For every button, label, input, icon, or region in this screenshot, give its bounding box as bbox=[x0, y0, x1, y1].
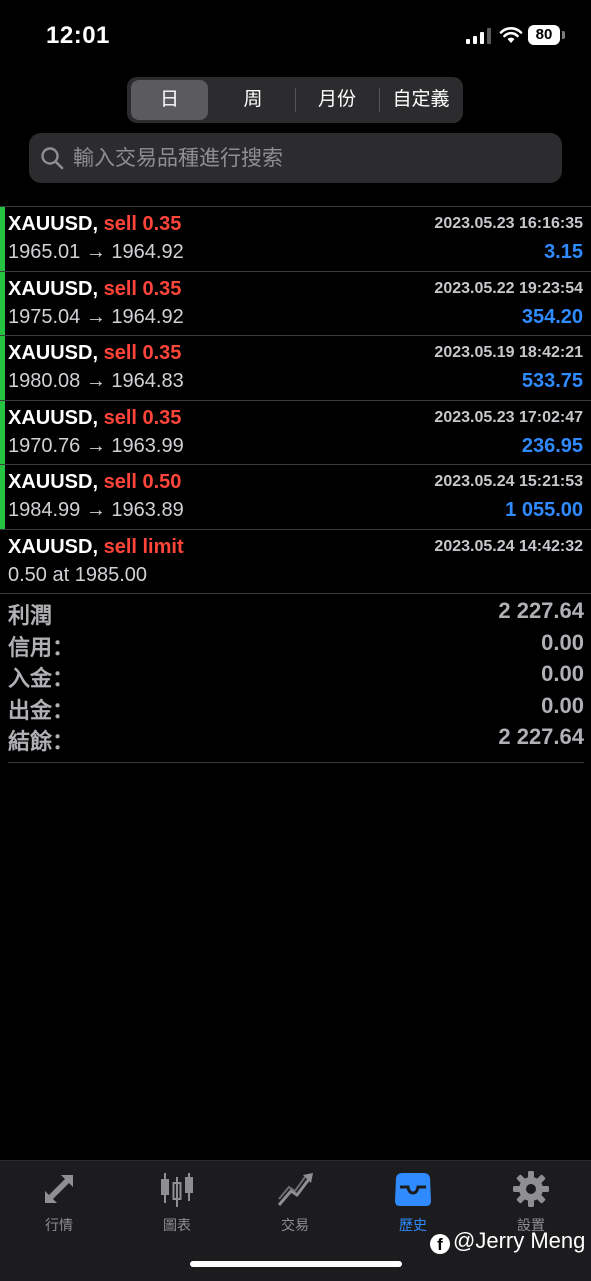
gear-icon bbox=[513, 1171, 549, 1207]
segment-divider bbox=[295, 88, 296, 112]
history-tray-icon bbox=[395, 1173, 431, 1206]
deal-profit: 533.75 bbox=[521, 370, 583, 392]
summary-value: 0.00 bbox=[541, 692, 584, 718]
summary-label: 結餘： bbox=[8, 729, 75, 754]
deal-profit: 354.20 bbox=[521, 305, 583, 328]
status-time: 12:01 bbox=[46, 22, 110, 49]
deal-datetime: 2023.05.22 19:23:54 bbox=[434, 279, 583, 297]
deal-symbol: XAUUSD, bbox=[8, 471, 99, 493]
deal-datetime: 2023.05.19 18:42:21 bbox=[434, 344, 583, 361]
deal-symbol: XAUUSD, bbox=[8, 342, 99, 364]
deal-type: sell 0.35 bbox=[103, 213, 182, 235]
summary-value: 0.00 bbox=[541, 629, 584, 655]
battery-nub bbox=[562, 31, 565, 39]
segment-divider bbox=[379, 88, 380, 112]
deal-datetime: 2023.05.24 14:42:32 bbox=[434, 537, 583, 555]
deal-symbol-line: XAUUSD, sell 0.35 bbox=[8, 407, 181, 430]
search-bar bbox=[29, 133, 562, 185]
tab-day[interactable]: 日 bbox=[131, 80, 208, 120]
facebook-icon: f bbox=[430, 1234, 450, 1254]
tab-label: 圖表 bbox=[163, 1217, 191, 1233]
summary-profit: 利潤 2 227.64 bbox=[8, 598, 584, 630]
deal-datetime: 2023.05.23 16:16:35 bbox=[434, 215, 583, 232]
summary-credit: 信用： 0.00 bbox=[8, 630, 584, 662]
history-row[interactable]: XAUUSD, sell 0.35 2023.05.23 16:16:35 19… bbox=[0, 207, 591, 272]
deal-symbol-line: XAUUSD, sell 0.50 bbox=[8, 471, 181, 494]
summary-value: 2 227.64 bbox=[498, 598, 584, 623]
tab-month[interactable]: 月份 bbox=[297, 80, 377, 120]
deal-prices: 0.50 at 1985.00 bbox=[8, 563, 148, 586]
tab-quotes[interactable]: 行情 bbox=[19, 1169, 99, 1239]
tab-week[interactable]: 周 bbox=[213, 80, 293, 120]
deal-type: sell 0.35 bbox=[103, 406, 182, 429]
deal-type: sell 0.35 bbox=[103, 342, 182, 364]
summary-value: 0.00 bbox=[541, 661, 584, 686]
deal-symbol-line: XAUUSD, sell 0.35 bbox=[8, 213, 181, 236]
history-row[interactable]: XAUUSD, sell 0.35 2023.05.23 17:02:47 19… bbox=[0, 400, 591, 465]
period-segmented-control: 日 周 月份 自定義 bbox=[127, 77, 463, 123]
tab-trade[interactable]: 交易 bbox=[255, 1169, 335, 1239]
tab-label: 交易 bbox=[281, 1217, 309, 1233]
deal-symbol: XAUUSD, bbox=[8, 406, 99, 429]
cellular-signal-icon bbox=[466, 28, 491, 44]
summary-withdrawal: 出金： 0.00 bbox=[8, 693, 584, 725]
watermark-text: @Jerry Meng bbox=[453, 1228, 586, 1253]
deal-symbol-line: XAUUSD, sell 0.35 bbox=[8, 342, 181, 365]
deal-type: sell limit bbox=[103, 535, 184, 558]
battery-icon: 80 bbox=[528, 25, 560, 45]
history-row[interactable]: XAUUSD, sell 0.35 2023.05.22 19:23:54 19… bbox=[0, 271, 591, 336]
deal-prices: 1984.99 → 1963.89 bbox=[8, 499, 184, 521]
wifi-icon bbox=[499, 27, 523, 43]
tab-charts[interactable]: 圖表 bbox=[137, 1169, 217, 1239]
quotes-arrows-icon bbox=[45, 1175, 73, 1203]
history-row[interactable]: XAUUSD, sell 0.50 2023.05.24 15:21:53 19… bbox=[0, 465, 591, 530]
history-row[interactable]: XAUUSD, sell 0.35 2023.05.19 18:42:21 19… bbox=[0, 336, 591, 401]
tab-label: 行情 bbox=[45, 1217, 73, 1233]
candlestick-chart-icon bbox=[161, 1173, 193, 1207]
deal-symbol-line: XAUUSD, sell limit bbox=[8, 536, 184, 559]
deal-symbol-line: XAUUSD, sell 0.35 bbox=[8, 278, 181, 301]
deal-symbol: XAUUSD, bbox=[8, 535, 99, 558]
search-input[interactable] bbox=[71, 133, 555, 185]
history-list: XAUUSD, sell 0.35 2023.05.23 16:16:35 19… bbox=[0, 206, 591, 594]
deal-prices: 1965.01 → 1964.92 bbox=[8, 241, 184, 263]
summary-value: 2 227.64 bbox=[498, 724, 584, 749]
search-icon bbox=[41, 147, 64, 170]
deal-symbol: XAUUSD, bbox=[8, 277, 99, 300]
account-summary: 利潤 2 227.64 信用： 0.00 入金： 0.00 出金： 0.00 結… bbox=[8, 598, 584, 763]
battery-level: 80 bbox=[535, 26, 553, 43]
home-indicator bbox=[190, 1261, 402, 1267]
summary-balance: 結餘： 2 227.64 bbox=[8, 724, 584, 756]
deal-type: sell 0.35 bbox=[103, 277, 182, 300]
deal-prices: 1980.08 → 1964.83 bbox=[8, 370, 184, 392]
deal-datetime: 2023.05.23 17:02:47 bbox=[434, 408, 583, 426]
tab-custom[interactable]: 自定義 bbox=[381, 80, 461, 120]
summary-label: 利潤 bbox=[8, 603, 53, 628]
history-row-pending-order[interactable]: XAUUSD, sell limit 2023.05.24 14:42:32 0… bbox=[0, 530, 591, 594]
summary-label: 入金： bbox=[8, 666, 75, 691]
summary-deposit: 入金： 0.00 bbox=[8, 661, 584, 693]
status-bar: 12:01 80 bbox=[0, 0, 591, 70]
deal-datetime: 2023.05.24 15:21:53 bbox=[434, 473, 583, 490]
deal-type: sell 0.50 bbox=[103, 471, 182, 493]
deal-symbol: XAUUSD, bbox=[8, 213, 99, 235]
summary-label: 信用： bbox=[8, 634, 75, 660]
deal-profit: 236.95 bbox=[521, 434, 583, 457]
deal-prices: 1975.04 → 1964.92 bbox=[8, 305, 184, 328]
deal-prices: 1970.76 → 1963.99 bbox=[8, 434, 184, 457]
watermark: f @Jerry Meng bbox=[430, 1228, 585, 1256]
deal-profit: 3.15 bbox=[544, 241, 583, 263]
trade-trend-icon bbox=[277, 1173, 313, 1206]
deal-profit: 1 055.00 bbox=[505, 499, 583, 521]
summary-label: 出金： bbox=[8, 697, 75, 723]
